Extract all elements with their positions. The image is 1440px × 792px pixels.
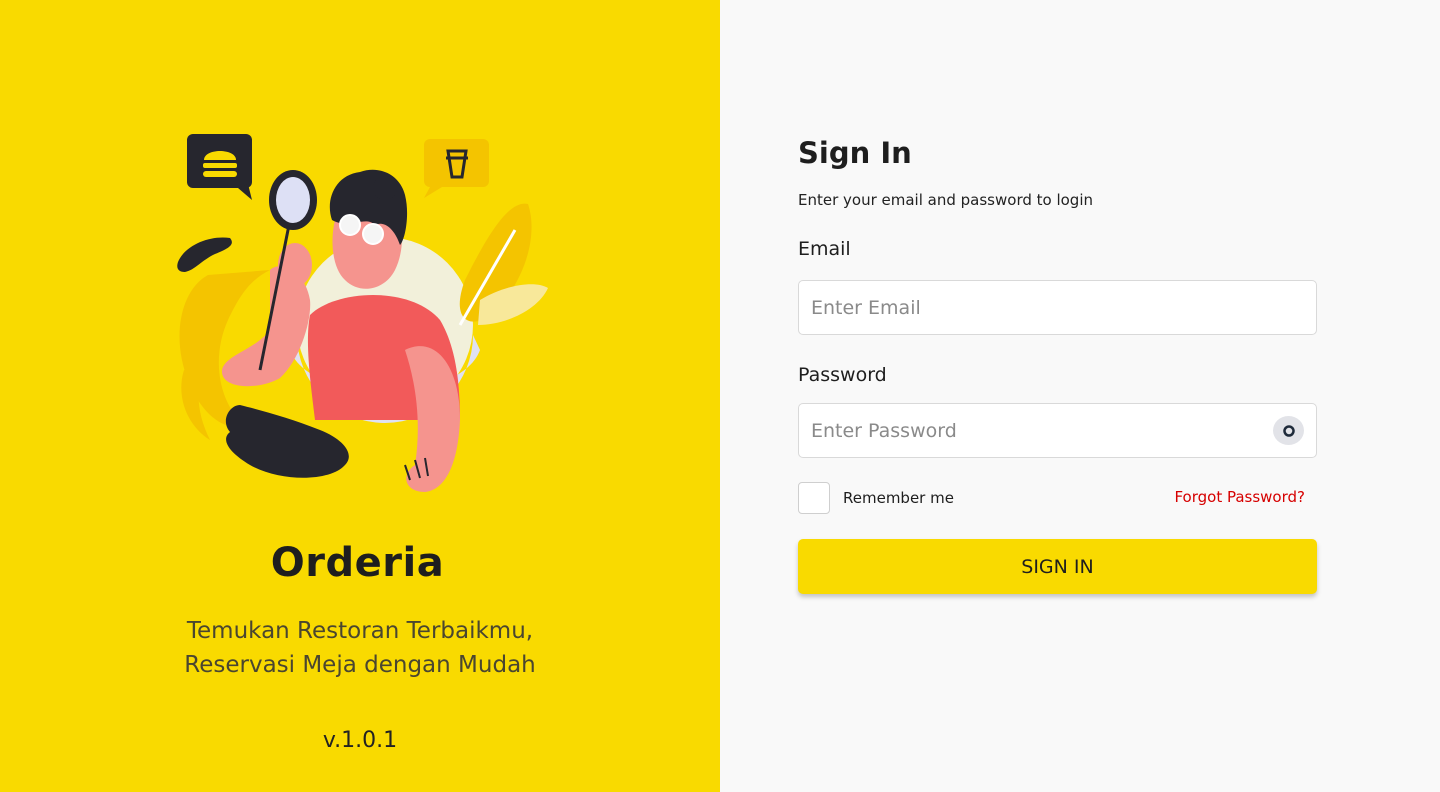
email-field-container: [798, 280, 1317, 335]
form-title: Sign In: [798, 136, 912, 170]
hero-illustration: [177, 134, 548, 492]
email-field[interactable]: [811, 281, 1251, 334]
form-subtitle: Enter your email and password to login: [798, 191, 1093, 209]
email-label: Email: [798, 238, 851, 260]
remember-checkbox[interactable]: [798, 482, 830, 514]
brand-tagline: Temukan Restoran Terbaikmu, Reservasi Me…: [0, 614, 720, 682]
signin-panel: Sign In Enter your email and password to…: [720, 0, 1440, 792]
brand-panel: Orderia Temukan Restoran Terbaikmu, Rese…: [0, 0, 720, 792]
remember-me[interactable]: Remember me: [798, 482, 954, 514]
forgot-password-link[interactable]: Forgot Password?: [1174, 488, 1305, 506]
password-label: Password: [798, 364, 887, 386]
app-version: v.1.0.1: [322, 728, 398, 753]
signin-button[interactable]: SIGN IN: [798, 539, 1317, 594]
eye-icon[interactable]: [1273, 416, 1304, 445]
brand-name: Orderia: [270, 540, 445, 586]
tagline-line-2: Reservasi Meja dengan Mudah: [184, 652, 536, 678]
password-field[interactable]: [811, 404, 1251, 457]
remember-label: Remember me: [843, 489, 954, 507]
password-field-container: [798, 403, 1317, 458]
tagline-line-1: Temukan Restoran Terbaikmu,: [186, 618, 534, 644]
